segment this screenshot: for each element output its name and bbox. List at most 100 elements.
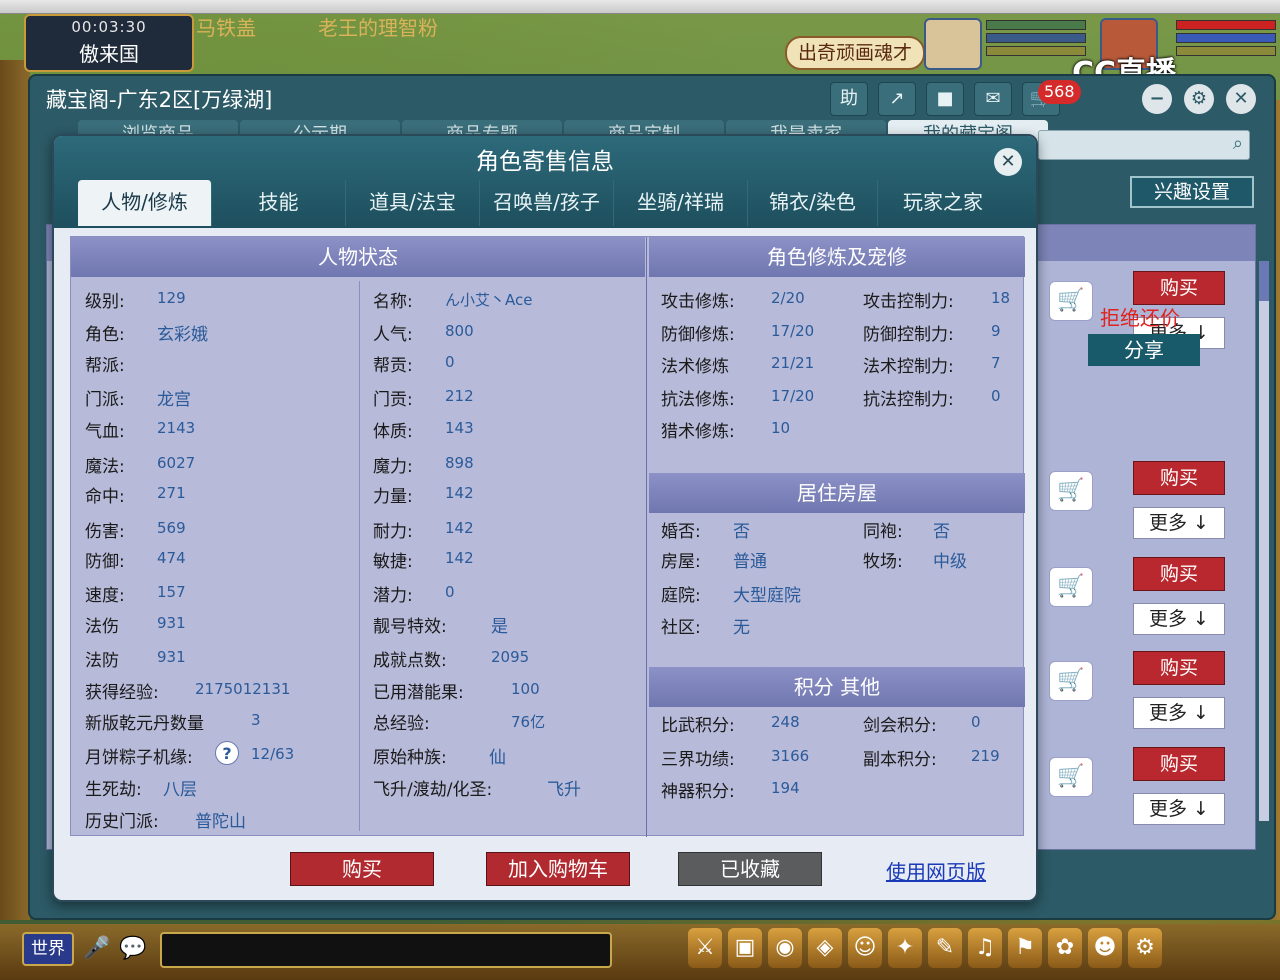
chat-input[interactable] xyxy=(160,932,612,968)
cultivation-panel-title: 角色修炼及宠修 xyxy=(649,237,1025,277)
stat-value: 271 xyxy=(157,484,186,502)
chat-icon[interactable]: ✉ xyxy=(974,82,1012,116)
buy-button[interactable]: 购买 xyxy=(290,852,434,886)
tab-items[interactable]: 道具/法宝 xyxy=(346,180,480,226)
window-title: 藏宝阁-广东2区[万绿湖] xyxy=(46,88,273,112)
pet-icon[interactable]: ◉ xyxy=(768,928,802,968)
buy-button[interactable]: 购买 xyxy=(1133,271,1225,305)
gift-icon[interactable]: ✿ xyxy=(1048,928,1082,968)
cultivation-label: 攻击修炼: xyxy=(661,292,735,312)
cultivation-label: 攻击控制力: xyxy=(863,292,954,312)
microphone-icon[interactable]: 🎤 xyxy=(82,932,112,966)
dialog-title: 角色寄售信息 xyxy=(476,149,614,175)
stat-label: 体质: xyxy=(373,422,413,442)
more-button[interactable]: 更多 ↓ xyxy=(1133,603,1225,635)
cart-icon[interactable]: 🛒 xyxy=(1049,471,1093,511)
stat-value: 931 xyxy=(157,648,186,666)
stat-label: 门派: xyxy=(85,390,125,410)
buy-button[interactable]: 购买 xyxy=(1133,651,1225,685)
search-icon[interactable]: ⌕ xyxy=(1233,133,1243,154)
pet-avatar[interactable] xyxy=(924,18,982,70)
clock-panel: 00:03:30 傲来国 xyxy=(24,14,194,72)
window-toolbar: 助 ↗ ■ ✉ 🛒 xyxy=(830,82,1060,116)
event-banner[interactable]: 出奇顽画魂才 xyxy=(785,36,925,70)
panel-divider xyxy=(646,237,647,837)
scroll-thumb[interactable] xyxy=(1259,261,1269,301)
friend-icon[interactable]: ☻ xyxy=(1088,928,1122,968)
tab-skills[interactable]: 技能 xyxy=(212,180,346,226)
minimize-icon[interactable]: − xyxy=(1142,84,1172,114)
stat-value: 800 xyxy=(445,322,474,340)
tab-outfits[interactable]: 锦衣/染色 xyxy=(748,180,878,226)
cultivation-value: 0 xyxy=(991,387,1001,405)
cart-icon[interactable]: 🛒 xyxy=(1049,567,1093,607)
record-icon[interactable]: ■ xyxy=(926,82,964,116)
shield-icon[interactable]: ◈ xyxy=(808,928,842,968)
stat-value: 898 xyxy=(445,454,474,472)
cultivation-label: 抗法控制力: xyxy=(863,390,954,410)
close-icon[interactable]: ✕ xyxy=(994,148,1022,176)
cart-icon[interactable]: 🛒 xyxy=(1049,661,1093,701)
stat-value: 6027 xyxy=(157,454,196,472)
share-icon[interactable]: ↗ xyxy=(878,82,916,116)
more-button[interactable]: 更多 ↓ xyxy=(1133,507,1225,539)
add-to-cart-button[interactable]: 加入购物车 xyxy=(486,852,630,886)
reject-bargain-label: 拒绝还价 xyxy=(1100,306,1180,330)
stat-label: 月饼粽子机缘: xyxy=(85,748,193,768)
house-label: 牧场: xyxy=(863,552,903,572)
stat-label: 已用潜能果: xyxy=(373,683,464,703)
settings-icon[interactable]: ⚙ xyxy=(1128,928,1162,968)
stat-value: ん小艾丶Ace xyxy=(445,291,533,309)
stat-value: 3 xyxy=(251,711,261,729)
guild-icon[interactable]: ⚑ xyxy=(1008,928,1042,968)
message-count-badge: 568 xyxy=(1038,80,1081,104)
gear-icon[interactable]: ⚙ xyxy=(1184,84,1214,114)
cart-icon[interactable]: 🛒 xyxy=(1049,281,1093,321)
stat-value: 2175012131 xyxy=(195,680,291,698)
help-icon[interactable]: ? xyxy=(215,741,239,765)
stat-label: 角色: xyxy=(85,325,125,345)
tab-summons[interactable]: 召唤兽/孩子 xyxy=(480,180,614,226)
share-button[interactable]: 分享 xyxy=(1088,334,1200,366)
buy-button[interactable]: 购买 xyxy=(1133,747,1225,781)
map-icon[interactable]: ✦ xyxy=(888,928,922,968)
emoji-icon[interactable]: 💬 xyxy=(118,932,148,966)
house-value: 否 xyxy=(933,522,950,542)
sword-icon[interactable]: ⚔ xyxy=(688,928,722,968)
stat-value: 569 xyxy=(157,519,186,537)
world-channel-button[interactable]: 世界 xyxy=(22,932,74,966)
web-version-link[interactable]: 使用网页版 xyxy=(886,856,986,885)
cultivation-label: 防御修炼: xyxy=(661,325,735,345)
window-controls: − ⚙ ✕ xyxy=(1142,84,1256,114)
tab-mounts[interactable]: 坐骑/祥瑞 xyxy=(614,180,748,226)
close-icon[interactable]: ✕ xyxy=(1226,84,1256,114)
search-input[interactable]: ⌕ xyxy=(1038,130,1250,160)
stat-label: 飞升/渡劫/化圣: xyxy=(373,780,493,800)
more-button[interactable]: 更多 ↓ xyxy=(1133,793,1225,825)
list-scrollbar[interactable] xyxy=(1259,261,1269,821)
cart-icon[interactable]: 🛒 xyxy=(1049,757,1093,797)
tab-character-cultivation[interactable]: 人物/修炼 xyxy=(78,180,212,226)
buy-button[interactable]: 购买 xyxy=(1133,557,1225,591)
list-item: 8 🛒 购买 更多 ↓ xyxy=(1009,557,1247,652)
stat-label: 靓号特效: xyxy=(373,617,447,637)
stat-label: 速度: xyxy=(85,586,125,606)
team-icon[interactable]: ☺ xyxy=(848,928,882,968)
cultivation-value: 7 xyxy=(991,354,1001,372)
favorited-button[interactable]: 已收藏 xyxy=(678,852,822,886)
score-value: 194 xyxy=(771,779,800,797)
help-button[interactable]: 助 xyxy=(830,82,868,116)
bell-icon[interactable]: ♫ xyxy=(968,928,1002,968)
stat-label: 魔力: xyxy=(373,457,413,477)
stat-value: 129 xyxy=(157,289,186,307)
chest-icon[interactable]: ▣ xyxy=(728,928,762,968)
more-button[interactable]: 更多 ↓ xyxy=(1133,697,1225,729)
cultivation-value: 18 xyxy=(991,289,1011,307)
tab-player-home[interactable]: 玩家之家 xyxy=(878,180,1008,226)
interest-settings-button[interactable]: 兴趣设置 xyxy=(1130,176,1254,208)
stat-value: 2143 xyxy=(157,419,196,437)
stat-value: 是 xyxy=(491,617,508,637)
scroll-icon[interactable]: ✎ xyxy=(928,928,962,968)
buy-button[interactable]: 购买 xyxy=(1133,461,1225,495)
pet-status-bars xyxy=(986,20,1086,59)
